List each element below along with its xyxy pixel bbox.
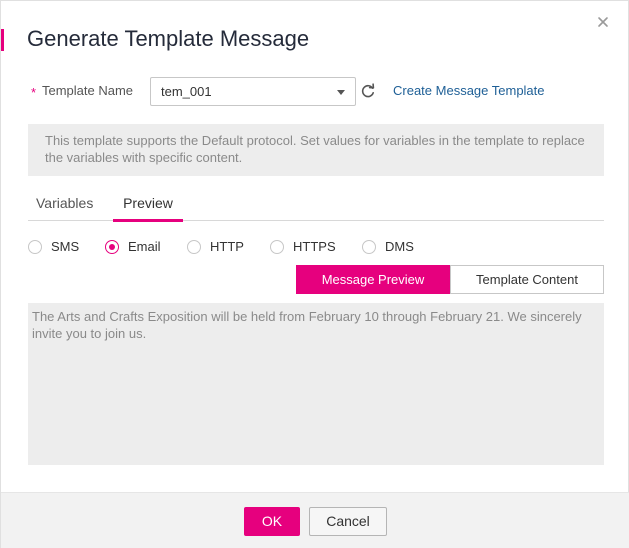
chevron-down-icon <box>337 90 345 95</box>
refresh-icon[interactable] <box>360 83 376 99</box>
message-preview-button[interactable]: Message Preview <box>296 265 450 294</box>
cancel-button[interactable]: Cancel <box>309 507 387 536</box>
radio-label: HTTPS <box>293 239 336 254</box>
ok-button[interactable]: OK <box>244 507 300 536</box>
dialog-title: Generate Template Message <box>27 26 310 51</box>
radio-button <box>105 240 119 254</box>
close-icon[interactable] <box>596 15 610 29</box>
generate-template-dialog: Generate Template Message * Template Nam… <box>0 0 629 548</box>
message-preview-text: The Arts and Crafts Exposition will be h… <box>28 303 604 465</box>
dialog-footer: OK Cancel <box>1 492 629 548</box>
radio-label: HTTP <box>210 239 244 254</box>
tab-bar: Variables Preview <box>28 189 604 222</box>
view-toggle: Message Preview Template Content <box>296 265 604 294</box>
title-accent-bar <box>1 29 4 51</box>
template-content-button[interactable]: Template Content <box>450 265 604 294</box>
template-name-value: tem_001 <box>161 84 212 99</box>
radio-label: SMS <box>51 239 80 254</box>
tab-preview[interactable]: Preview <box>113 195 183 222</box>
radio-button <box>187 240 201 254</box>
required-mark: * <box>31 85 37 100</box>
template-name-row: * Template Name tem_001 Create Message T… <box>31 77 611 106</box>
radio-label: DMS <box>385 239 414 254</box>
template-name-label: Template Name <box>42 83 134 98</box>
protocol-notice: This template supports the Default proto… <box>28 124 604 176</box>
protocol-radio-group: SMS Email HTTP HTTPS DMS <box>28 239 608 257</box>
radio-button <box>362 240 376 254</box>
radio-button <box>28 240 42 254</box>
create-message-template-link[interactable]: Create Message Template <box>393 83 545 98</box>
radio-button <box>270 240 284 254</box>
template-name-select[interactable]: tem_001 <box>150 77 356 106</box>
radio-label: Email <box>128 239 161 254</box>
tab-variables[interactable]: Variables <box>36 195 93 219</box>
